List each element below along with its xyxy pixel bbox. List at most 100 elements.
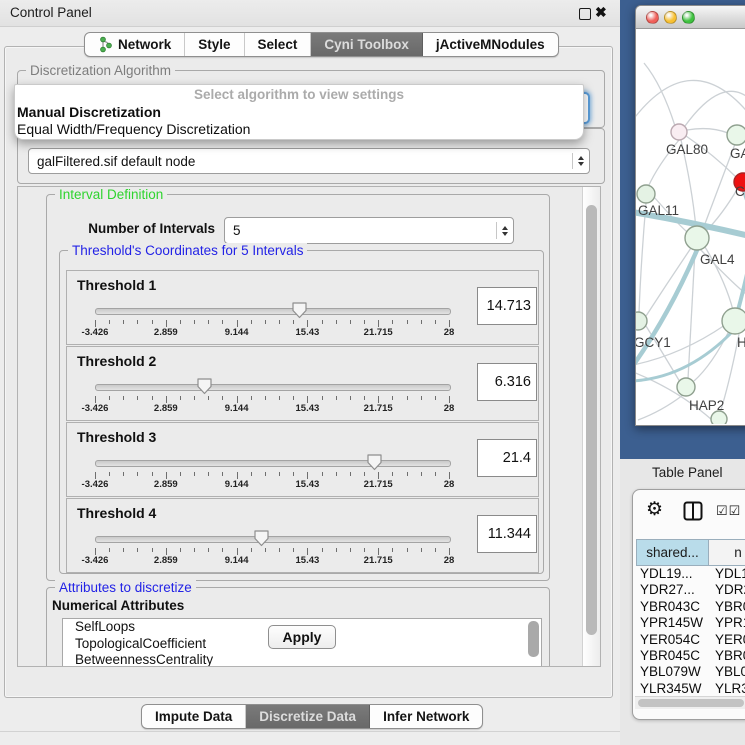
tab-impute-data[interactable]: Impute Data (142, 705, 246, 728)
algorithm-option[interactable]: Equal Width/Frequency Discretization (15, 121, 583, 138)
column-header-shared[interactable]: shared... (636, 539, 709, 566)
bottom-divider (0, 731, 620, 732)
slider-tick-label: 15.43 (277, 479, 337, 490)
slider-track[interactable] (95, 384, 451, 391)
slider-tick (194, 472, 195, 476)
network-node[interactable] (685, 226, 709, 250)
algorithm-dropdown-popup: Select algorithm to view settings Manual… (14, 84, 584, 140)
threshold-label: Threshold 1 (77, 277, 156, 293)
tab-jactivemnodules[interactable]: jActiveMNodules (423, 33, 558, 56)
apply-button[interactable]: Apply (268, 625, 336, 649)
tab-select[interactable]: Select (245, 33, 312, 56)
threshold-panel: Threshold 1-3.4262.8599.14415.4321.71528… (66, 270, 539, 345)
tab-style[interactable]: Style (185, 33, 244, 56)
network-node[interactable] (671, 124, 687, 140)
table-row[interactable]: YBR045CYBR0 (636, 648, 745, 664)
slider-tick (449, 396, 450, 403)
node-label: GAL80 (666, 142, 708, 157)
slider-tick (208, 396, 209, 400)
table-row[interactable]: YBR043CYBR0 (636, 599, 745, 615)
threshold-value-field[interactable]: 14.713 (477, 287, 537, 325)
table-row[interactable]: YDR27...YDR2 (636, 582, 745, 598)
slider-tick (435, 396, 436, 400)
hscrollbar-thumb[interactable] (638, 699, 744, 707)
cell-name: YBL0 (711, 664, 745, 680)
slider-thumb[interactable] (291, 300, 308, 319)
table-row[interactable]: YDL19...YDL1 (636, 566, 745, 582)
slider-tick-label: 21.715 (348, 403, 408, 414)
slider-track[interactable] (95, 536, 451, 543)
mac-zoom-icon[interactable] (682, 11, 695, 24)
interval-definition-group: Interval Definition Number of Intervals … (46, 194, 550, 581)
attribute-item[interactable]: BetweennessCentrality (63, 652, 541, 667)
slider-tick (166, 320, 167, 327)
gear-icon[interactable]: ⚙ (646, 498, 663, 521)
table-horizontal-scrollbar[interactable] (635, 696, 745, 709)
slider-tick (322, 472, 323, 476)
slider-tick (407, 548, 408, 552)
float-window-icon[interactable] (579, 8, 591, 20)
slider-track[interactable] (95, 460, 451, 467)
columns-icon[interactable] (683, 501, 703, 521)
slider-tick (407, 320, 408, 324)
mac-close-icon[interactable] (646, 11, 659, 24)
threshold-value-field[interactable]: 6.316 (477, 363, 537, 401)
slider-tick (208, 320, 209, 324)
threshold-label: Threshold 3 (77, 429, 156, 445)
network-icon (98, 36, 113, 53)
network-node[interactable] (637, 185, 655, 203)
table-data-combo[interactable]: galFiltered.sif default node (28, 148, 590, 174)
checkboxes-icon[interactable]: ☑☑ (716, 503, 741, 519)
mac-minimize-icon[interactable] (664, 11, 677, 24)
slider-tick-label: 15.43 (277, 403, 337, 414)
slider-tick (137, 548, 138, 552)
num-intervals-combo[interactable]: 5 (224, 217, 514, 244)
tab-label: jActiveMNodules (436, 37, 545, 52)
table-row[interactable]: YLR345WYLR3 (636, 681, 745, 696)
node-label: GAL11 (638, 203, 679, 218)
network-edge (638, 395, 683, 420)
attributes-list-scrollbar[interactable] (528, 621, 539, 657)
slider-tick (222, 472, 223, 476)
close-icon[interactable]: ✖ (595, 4, 607, 21)
network-window-titlebar[interactable] (636, 6, 745, 29)
slider-tick (307, 548, 308, 555)
algorithm-option[interactable]: Manual Discretization (15, 104, 583, 121)
slider-tick (95, 320, 96, 327)
slider-tick-label: 21.715 (348, 479, 408, 490)
network-canvas[interactable]: GAL80GACGAL11GAL4GCY1HAHAP2 (636, 29, 745, 424)
node-label: GAL4 (700, 252, 735, 267)
slider-tick (449, 472, 450, 479)
table-row[interactable]: YPR145WYPR1 (636, 615, 745, 631)
node-label: HAP2 (689, 398, 724, 413)
tab-infer-network[interactable]: Infer Network (370, 705, 482, 728)
algorithm-hint-item: Select algorithm to view settings (15, 85, 583, 104)
cell-name: YDR2 (711, 582, 745, 598)
slider-tick (364, 548, 365, 552)
num-intervals-spinner-icon[interactable] (496, 222, 513, 240)
tab-cyni-toolbox[interactable]: Cyni Toolbox (311, 33, 423, 56)
threshold-value-field[interactable]: 11.344 (477, 515, 537, 553)
settings-vertical-scrollbar[interactable] (582, 187, 600, 666)
threshold-value-field[interactable]: 21.4 (477, 439, 537, 477)
slider-tick (350, 472, 351, 476)
slider-thumb[interactable] (366, 452, 383, 471)
network-node[interactable] (636, 312, 647, 330)
tab-network[interactable]: Network (85, 33, 185, 56)
network-edge (636, 80, 745, 121)
table-row[interactable]: YER054CYER0 (636, 632, 745, 648)
scrollbar-thumb[interactable] (586, 205, 597, 635)
column-header-name[interactable]: n (708, 539, 745, 566)
slider-tick-label: 2.859 (136, 555, 196, 566)
slider-thumb[interactable] (253, 528, 270, 547)
network-node[interactable] (677, 378, 695, 396)
tab-discretize-data[interactable]: Discretize Data (246, 705, 370, 728)
tab-label: Select (258, 37, 298, 52)
panel-title: Control Panel (10, 5, 92, 20)
network-node[interactable] (722, 308, 745, 334)
combo-spinner-icon[interactable] (572, 153, 589, 170)
table-row[interactable]: YBL079WYBL0 (636, 664, 745, 680)
slider-track[interactable] (95, 308, 451, 315)
slider-thumb[interactable] (196, 376, 213, 395)
network-node[interactable] (727, 125, 745, 145)
